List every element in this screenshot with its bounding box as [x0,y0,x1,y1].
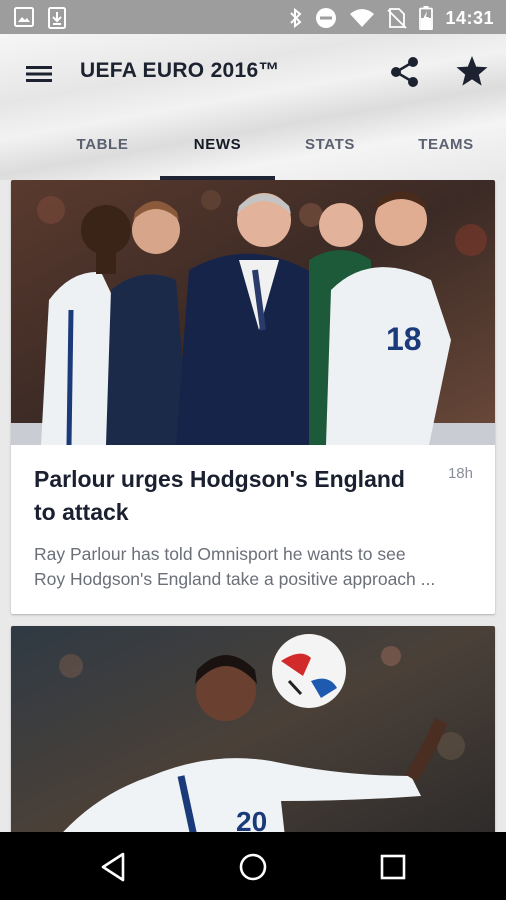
svg-text:18: 18 [386,321,422,357]
status-bar-right: 14:31 [289,6,494,30]
news-card[interactable]: 18 Parlour urges Hodgson's England to at… [11,180,495,614]
back-icon[interactable] [96,850,130,884]
menu-icon[interactable] [22,58,56,88]
article-image: 20 [11,626,495,832]
recents-icon[interactable] [376,850,410,884]
news-feed[interactable]: 18 Parlour urges Hodgson's England to at… [0,180,506,832]
article-time: 18h [447,465,473,482]
image-icon [14,7,34,27]
no-sim-icon [387,8,408,29]
article-summary-line: Roy Hodgson's England take a positive ap… [34,569,436,589]
wifi-icon [350,9,375,27]
status-bar: 14:31 [0,0,506,34]
tab-stats[interactable]: STATS [285,122,375,180]
screen: 14:31 UEFA EURO 2016™ Y TABLE N [0,0,506,900]
article-summary-line: Ray Parlour has told Omnisport he wants … [34,544,406,564]
download-icon [48,7,66,29]
navigation-bar [0,832,506,900]
tab-table[interactable]: TABLE [55,122,150,180]
tab-previous[interactable]: Y [0,122,10,180]
app-bar: UEFA EURO 2016™ [0,34,506,112]
svg-text:20: 20 [236,806,267,832]
do-not-disturb-icon [316,8,337,28]
home-icon[interactable] [236,850,270,884]
article-title: Parlour urges Hodgson's England to attac… [34,466,405,525]
battery-charging-icon [419,6,434,30]
tab-teams[interactable]: TEAMS [396,122,496,180]
status-bar-left [14,7,66,29]
clock: 14:31 [445,7,494,28]
article-image: 18 [11,180,495,445]
app-title: UEFA EURO 2016™ [80,59,280,82]
bluetooth-icon [290,7,302,29]
share-icon[interactable] [389,55,421,89]
tab-news[interactable]: NEWS [160,122,275,180]
article-summary: Ray Parlour has told Omnisport he wants … [34,542,474,592]
star-icon[interactable] [455,54,489,88]
header: UEFA EURO 2016™ Y TABLE NEWS STATS TEAMS [0,34,506,180]
news-card[interactable]: 20 [11,626,495,832]
tab-bar: Y TABLE NEWS STATS TEAMS [0,122,506,180]
